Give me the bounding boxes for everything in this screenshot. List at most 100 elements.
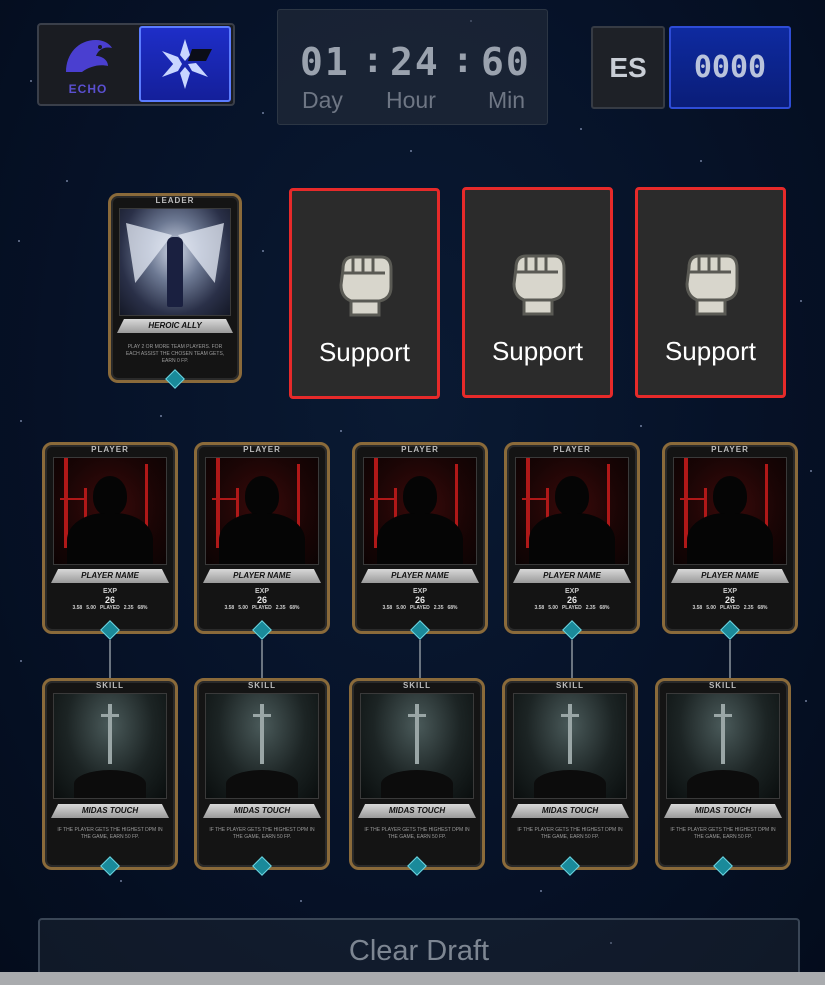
player-card[interactable]: PLAYER PLAYER NAME EXP 26 3.58 5.00 PLAY… — [194, 442, 330, 634]
player-silhouette — [515, 457, 629, 565]
countdown-timer: 01 : 24 : 60 Day Hour Min — [277, 9, 548, 125]
card-description: IF THE PLAYER GETS THE HIGHEST DPM IN TH… — [209, 827, 315, 840]
player-card[interactable]: PLAYER PLAYER NAME EXP 26 3.58 5.00 PLAY… — [352, 442, 488, 634]
exp-value: 26 — [724, 595, 735, 605]
stat-value: 3.58 — [534, 605, 545, 611]
timer-minute-label: Min — [488, 87, 526, 113]
stat-value: 2.35 — [433, 605, 444, 611]
stat-value: 68% — [289, 605, 300, 611]
support-slot[interactable]: Support — [635, 187, 786, 398]
stat-label: PLAYED — [99, 605, 120, 611]
card-name: PLAYER NAME — [361, 569, 479, 583]
exp-value: 26 — [256, 595, 267, 605]
card-type-label: PLAYER — [91, 445, 129, 454]
card-name: MIDAS TOUCH — [203, 804, 321, 818]
stat-label: PLAYED — [719, 605, 740, 611]
card-name: PLAYER NAME — [513, 569, 631, 583]
stat-value: 5.00 — [548, 605, 558, 611]
fist-icon — [338, 255, 392, 317]
card-connector — [109, 640, 111, 678]
card-name: PLAYER NAME — [51, 569, 169, 583]
card-description: IF THE PLAYER GETS THE HIGHEST DPM IN TH… — [670, 827, 776, 840]
skill-artwork — [53, 693, 167, 799]
exp-value: 26 — [104, 595, 115, 605]
support-slot[interactable]: Support — [289, 188, 440, 399]
player-silhouette — [673, 457, 787, 565]
skill-card[interactable]: SKILL MIDAS TOUCH IF THE PLAYER GETS THE… — [655, 678, 791, 870]
exp-label: EXP — [412, 588, 427, 595]
stat-value: 2.35 — [585, 605, 596, 611]
skill-card[interactable]: SKILL MIDAS TOUCH IF THE PLAYER GETS THE… — [42, 678, 178, 870]
stat-value: 2.35 — [743, 605, 754, 611]
card-type-label: PLAYER — [711, 445, 749, 454]
stat-value: 3.58 — [692, 605, 703, 611]
skill-card[interactable]: SKILL MIDAS TOUCH IF THE PLAYER GETS THE… — [349, 678, 485, 870]
fist-icon — [511, 254, 565, 316]
player-silhouette — [363, 457, 477, 565]
card-name: MIDAS TOUCH — [358, 804, 476, 818]
support-label: Support — [664, 336, 757, 366]
stat-label: PLAYED — [561, 605, 582, 611]
card-name: PLAYER NAME — [671, 569, 789, 583]
card-name: MIDAS TOUCH — [511, 804, 629, 818]
exp-label: EXP — [254, 588, 269, 595]
stat-value: 68% — [757, 605, 768, 611]
skill-artwork — [666, 693, 780, 799]
timer-minutes: 60 — [481, 40, 531, 84]
card-connector — [571, 640, 573, 678]
bottom-bar — [0, 972, 825, 985]
skill-card[interactable]: SKILL MIDAS TOUCH IF THE PLAYER GETS THE… — [502, 678, 638, 870]
stat-value: 5.00 — [86, 605, 96, 611]
player-card[interactable]: PLAYER PLAYER NAME EXP 26 3.58 5.00 PLAY… — [662, 442, 798, 634]
timer-separator: : — [362, 40, 384, 81]
stat-value: 5.00 — [238, 605, 248, 611]
card-connector — [729, 640, 731, 678]
card-description: IF THE PLAYER GETS THE HIGHEST DPM IN TH… — [57, 827, 163, 840]
card-type-label: PLAYER — [401, 445, 439, 454]
card-type-label: LEADER — [155, 196, 195, 205]
stat-value: 5.00 — [396, 605, 406, 611]
player-stats: EXP 26 3.58 5.00 PLAYED 2.35 68% — [513, 588, 631, 611]
stat-value: 2.35 — [275, 605, 286, 611]
skill-card[interactable]: SKILL MIDAS TOUCH IF THE PLAYER GETS THE… — [194, 678, 330, 870]
currency-label: ES — [591, 26, 665, 109]
leader-card[interactable]: LEADER HEROIC ALLY PLAY 2 OR MORE TEAM P… — [108, 193, 242, 383]
card-type-label: SKILL — [708, 681, 738, 690]
card-type-label: PLAYER — [243, 445, 281, 454]
support-slot[interactable]: Support — [462, 187, 613, 398]
team-logo-selected[interactable] — [139, 26, 231, 102]
timer-day-label: Day — [302, 87, 343, 113]
card-name: MIDAS TOUCH — [664, 804, 782, 818]
timer-hours: 24 — [390, 40, 440, 84]
timer-separator: : — [452, 40, 474, 81]
support-label: Support — [318, 337, 411, 367]
player-card[interactable]: PLAYER PLAYER NAME EXP 26 3.58 5.00 PLAY… — [504, 442, 640, 634]
stat-value: 68% — [447, 605, 458, 611]
player-stats: EXP 26 3.58 5.00 PLAYED 2.35 68% — [361, 588, 479, 611]
card-type-label: SKILL — [402, 681, 432, 690]
team-selector[interactable]: ECHO — [37, 23, 235, 106]
exp-label: EXP — [564, 588, 579, 595]
card-type-label: SKILL — [95, 681, 125, 690]
stat-value: 68% — [137, 605, 148, 611]
support-label: Support — [491, 336, 584, 366]
stat-value: 3.58 — [224, 605, 235, 611]
stat-label: PLAYED — [251, 605, 272, 611]
exp-value: 26 — [566, 595, 577, 605]
stat-value: 2.35 — [123, 605, 134, 611]
card-connector — [261, 640, 263, 678]
card-name: PLAYER NAME — [203, 569, 321, 583]
team-logo-echo[interactable]: ECHO — [39, 25, 137, 104]
card-description: IF THE PLAYER GETS THE HIGHEST DPM IN TH… — [364, 827, 470, 840]
card-name: HEROIC ALLY — [117, 319, 233, 333]
player-card[interactable]: PLAYER PLAYER NAME EXP 26 3.58 5.00 PLAY… — [42, 442, 178, 634]
player-stats: EXP 26 3.58 5.00 PLAYED 2.35 68% — [671, 588, 789, 611]
orca-icon — [66, 39, 112, 72]
skill-artwork — [513, 693, 627, 799]
timer-days: 01 — [300, 40, 350, 84]
snowflake-icon — [162, 39, 212, 89]
card-description: PLAY 2 OR MORE TEAM PLAYERS. FOR EACH AS… — [125, 344, 225, 364]
exp-label: EXP — [102, 588, 117, 595]
card-name: MIDAS TOUCH — [51, 804, 169, 818]
stat-label: PLAYED — [409, 605, 430, 611]
